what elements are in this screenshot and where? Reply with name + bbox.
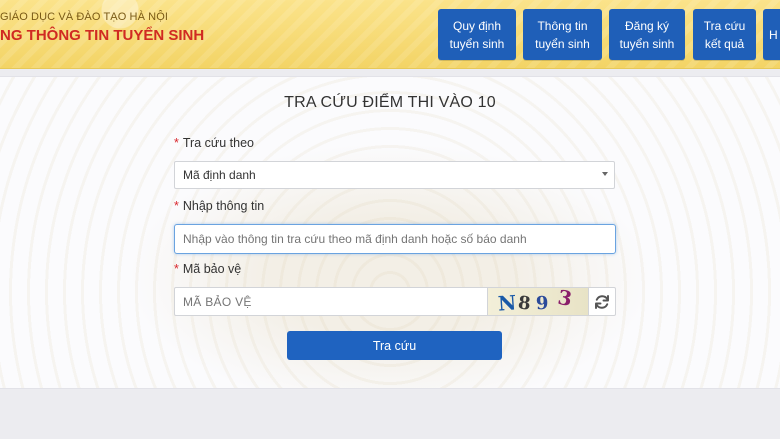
lookup-by-label: * Tra cứu theo (174, 136, 254, 150)
refresh-icon (595, 294, 609, 309)
required-mark: * (174, 199, 179, 213)
lookup-panel: TRA CỨU ĐIỂM THI VÀO 10 * Tra cứu theo Mã… (0, 76, 780, 389)
refresh-captcha-button[interactable] (588, 287, 616, 316)
captcha-label: * Mã bảo vệ (174, 262, 241, 276)
required-mark: * (174, 262, 179, 276)
page-title: TRA CỨU ĐIỂM THI VÀO 10 (284, 94, 496, 111)
nav-tra-cuu-ket-qua[interactable]: Tra cứu kết quả (693, 9, 756, 60)
captcha-image: N 8 9 3 (488, 287, 588, 316)
info-label: * Nhập thông tin (174, 199, 264, 213)
org-name: GIÁO DỤC VÀ ĐÀO TẠO HÀ NỘI (0, 11, 169, 23)
nav-item-partial[interactable]: H (763, 9, 780, 60)
nav-thong-tin-tuyen-sinh[interactable]: Thông tin tuyển sinh (523, 9, 602, 60)
chevron-down-icon (602, 172, 608, 176)
lookup-by-selected-value: Mã định danh (183, 168, 256, 182)
lookup-by-label-text: Tra cứu theo (182, 136, 255, 150)
captcha-input[interactable] (174, 287, 488, 316)
required-mark: * (174, 136, 179, 150)
nav-dang-ky-tuyen-sinh[interactable]: Đăng ký tuyển sinh (609, 9, 685, 60)
nav-quy-dinh-tuyen-sinh[interactable]: Quy định tuyển sinh (438, 9, 516, 60)
site-header: GIÁO DỤC VÀ ĐÀO TẠO HÀ NỘI NG THÔNG TIN … (0, 0, 780, 69)
info-label-text: Nhập thông tin (182, 199, 265, 213)
captcha-char: 8 (516, 292, 532, 315)
submit-lookup-button[interactable]: Tra cứu (287, 331, 502, 360)
lookup-by-select[interactable]: Mã định danh (174, 161, 615, 189)
captcha-label-text: Mã bảo vệ (182, 262, 242, 276)
portal-title[interactable]: NG THÔNG TIN TUYỂN SINH (0, 27, 204, 44)
captcha-char: 9 (535, 292, 550, 315)
captcha-char: 3 (556, 287, 574, 312)
lookup-info-input[interactable] (174, 224, 616, 254)
captcha-char: N (497, 290, 518, 316)
